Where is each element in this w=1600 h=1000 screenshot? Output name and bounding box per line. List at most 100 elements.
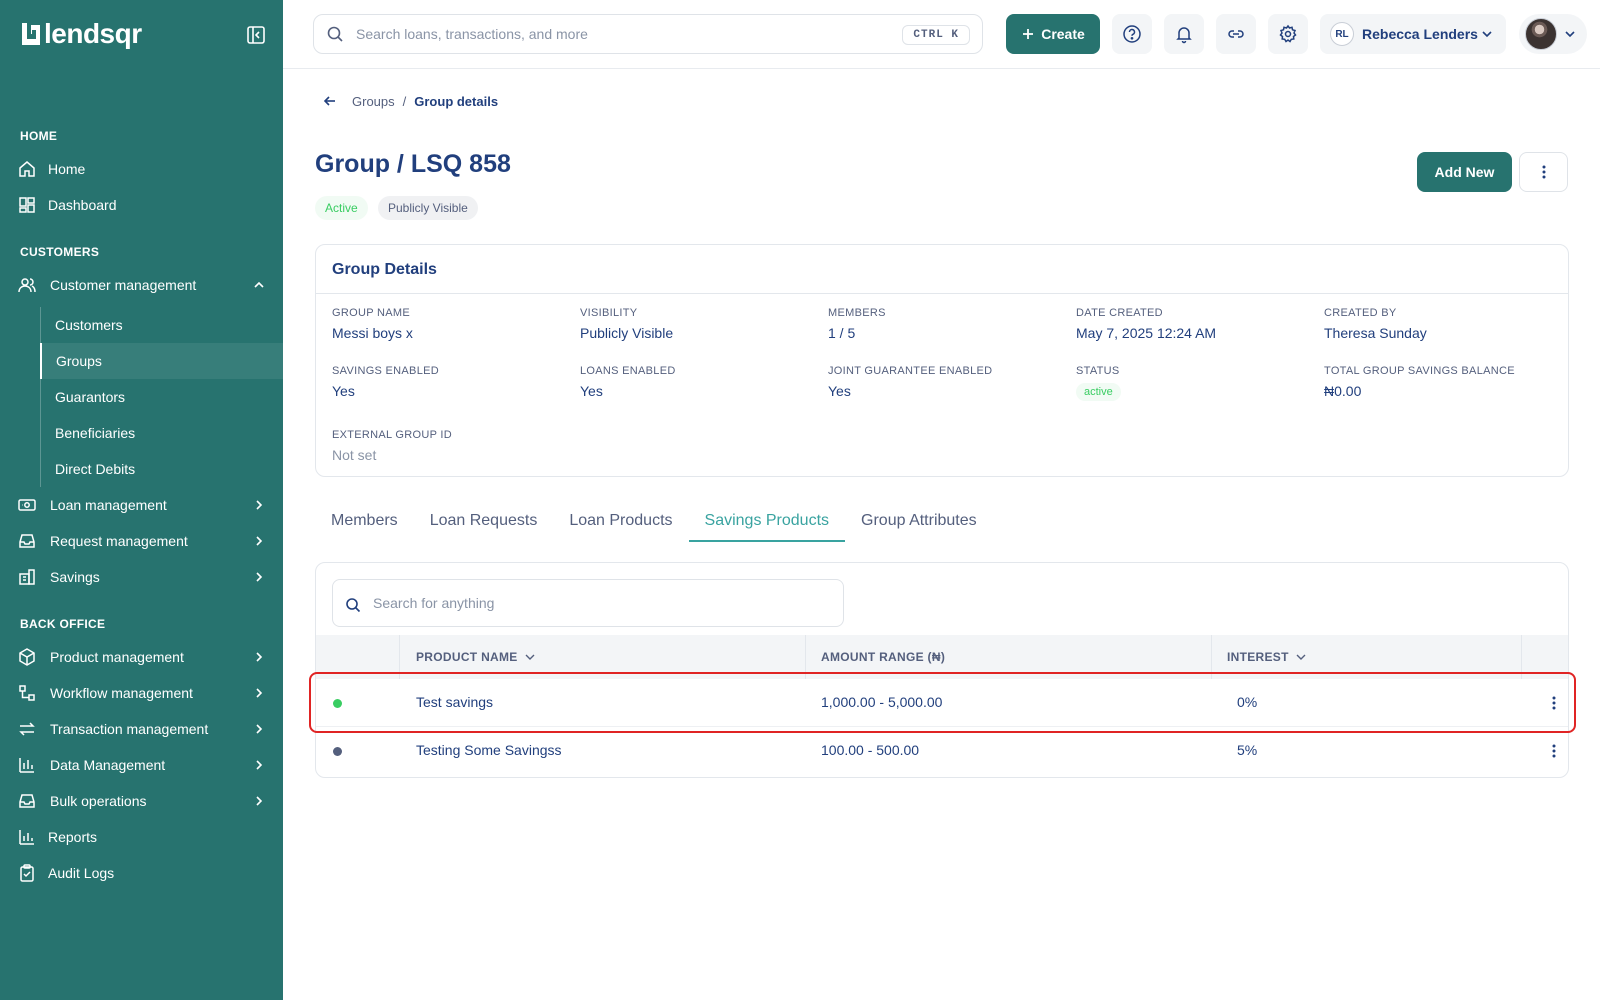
field-value: Yes bbox=[580, 383, 603, 399]
field-label: JOINT GUARANTEE ENABLED bbox=[828, 365, 993, 377]
chevron-right-icon[interactable] bbox=[252, 534, 266, 548]
global-search-input[interactable] bbox=[356, 21, 856, 47]
clipboard-check-icon bbox=[20, 864, 34, 882]
chevron-down-icon bbox=[1482, 31, 1492, 38]
lendsqr-logo-icon bbox=[22, 23, 40, 45]
tab-savings-products[interactable]: Savings Products bbox=[688, 500, 846, 542]
status-dot bbox=[333, 747, 342, 756]
sidebar-item-dashboard[interactable]: Dashboard bbox=[0, 187, 283, 223]
arrow-left-icon[interactable] bbox=[322, 93, 338, 109]
field-visibility: VISIBILITY Publicly Visible bbox=[580, 307, 673, 341]
sidebar-item-audit-logs[interactable]: Audit Logs bbox=[0, 855, 283, 891]
chevron-right-icon[interactable] bbox=[252, 570, 266, 584]
tab-loan-requests[interactable]: Loan Requests bbox=[414, 500, 554, 542]
status-badge: Active bbox=[315, 196, 368, 220]
sidebar-item-request-management[interactable]: Request management bbox=[0, 523, 283, 559]
row-actions-button[interactable] bbox=[1544, 691, 1564, 715]
sidebar-collapse-icon[interactable] bbox=[245, 24, 267, 46]
table-search-input[interactable] bbox=[373, 592, 823, 614]
chevron-right-icon[interactable] bbox=[252, 758, 266, 772]
settings-button[interactable] bbox=[1268, 14, 1308, 54]
field-group-name: GROUP NAME Messi boys x bbox=[332, 307, 413, 341]
chevron-up-icon[interactable] bbox=[252, 278, 266, 292]
avatar bbox=[1525, 18, 1557, 50]
field-value: 1 / 5 bbox=[828, 325, 856, 341]
table-row[interactable]: Test savings 1,000.00 - 5,000.00 0% bbox=[316, 679, 1568, 727]
sidebar-item-savings[interactable]: Savings bbox=[0, 559, 283, 595]
chevron-right-icon[interactable] bbox=[252, 686, 266, 700]
breadcrumb-groups-link[interactable]: Groups bbox=[352, 94, 395, 109]
tray-icon bbox=[19, 794, 35, 808]
sidebar: lendsqr HOME Home Dashboard CUSTOMERS Cu… bbox=[0, 0, 283, 1000]
plus-icon bbox=[1023, 29, 1034, 39]
tab-group-attributes[interactable]: Group Attributes bbox=[845, 500, 993, 542]
field-value: May 7, 2025 12:24 AM bbox=[1076, 325, 1217, 341]
column-divider bbox=[1211, 635, 1212, 679]
search-icon bbox=[327, 26, 343, 42]
inbox-icon bbox=[19, 534, 35, 548]
field-value: Yes bbox=[332, 383, 355, 399]
tab-members[interactable]: Members bbox=[315, 500, 414, 542]
sidebar-item-loan-management[interactable]: Loan management bbox=[0, 487, 283, 523]
link-button[interactable] bbox=[1216, 14, 1256, 54]
users-icon bbox=[18, 278, 36, 293]
sidebar-item-direct-debits[interactable]: Direct Debits bbox=[40, 451, 283, 487]
cell-amount-range: 1,000.00 - 5,000.00 bbox=[821, 694, 943, 710]
sidebar-item-data-management[interactable]: Data Management bbox=[0, 747, 283, 783]
field-label: STATUS bbox=[1076, 365, 1120, 377]
notifications-button[interactable] bbox=[1164, 14, 1204, 54]
field-label: SAVINGS ENABLED bbox=[332, 365, 439, 377]
column-header-amount-range: AMOUNT RANGE (₦) bbox=[821, 650, 945, 664]
home-icon bbox=[19, 161, 35, 177]
chevron-down-icon bbox=[1296, 654, 1306, 660]
sidebar-item-beneficiaries[interactable]: Beneficiaries bbox=[40, 415, 283, 451]
visibility-badge: Publicly Visible bbox=[378, 196, 478, 220]
sidebar-item-transaction-management[interactable]: Transaction management bbox=[0, 711, 283, 747]
status-pill: active bbox=[1076, 383, 1121, 401]
more-options-button[interactable] bbox=[1519, 152, 1568, 192]
user-initials-avatar: RL bbox=[1330, 22, 1354, 46]
column-header-product-name[interactable]: PRODUCT NAME bbox=[416, 650, 536, 664]
field-value: Publicly Visible bbox=[580, 325, 674, 341]
brand-name: lendsqr bbox=[44, 18, 142, 49]
field-label: TOTAL GROUP SAVINGS BALANCE bbox=[1324, 365, 1515, 377]
column-header-label: PRODUCT NAME bbox=[416, 650, 518, 664]
cell-interest: 0% bbox=[1237, 694, 1258, 710]
chevron-right-icon[interactable] bbox=[252, 498, 266, 512]
sidebar-item-label: Workflow management bbox=[50, 685, 193, 701]
sidebar-item-label: Product management bbox=[50, 649, 184, 665]
create-button-label: Create bbox=[1041, 26, 1085, 42]
field-label: GROUP NAME bbox=[332, 307, 410, 319]
help-button[interactable] bbox=[1112, 14, 1152, 54]
sidebar-item-customer-management[interactable]: Customer management bbox=[0, 267, 283, 303]
column-header-interest[interactable]: INTEREST bbox=[1227, 650, 1307, 664]
sidebar-item-label: Dashboard bbox=[48, 197, 117, 213]
field-joint-guarantee: JOINT GUARANTEE ENABLED Yes bbox=[828, 365, 992, 399]
row-actions-button[interactable] bbox=[1544, 739, 1564, 763]
user-menu[interactable]: RL Rebecca Lenders bbox=[1320, 14, 1506, 54]
chevron-right-icon[interactable] bbox=[252, 794, 266, 808]
create-button[interactable]: Create bbox=[1006, 14, 1100, 54]
sidebar-item-workflow-management[interactable]: Workflow management bbox=[0, 675, 283, 711]
sidebar-item-customers[interactable]: Customers bbox=[40, 307, 283, 343]
table-row[interactable]: Testing Some Savingss 100.00 - 500.00 5% bbox=[316, 727, 1568, 775]
chevron-right-icon[interactable] bbox=[252, 722, 266, 736]
chevron-right-icon[interactable] bbox=[252, 650, 266, 664]
profile-menu[interactable] bbox=[1519, 14, 1587, 54]
sidebar-item-reports[interactable]: Reports bbox=[0, 819, 283, 855]
field-value: Theresa Sunday bbox=[1324, 325, 1427, 341]
add-new-button[interactable]: Add New bbox=[1417, 152, 1512, 192]
column-header-label: INTEREST bbox=[1227, 650, 1289, 664]
field-label: CREATED BY bbox=[1324, 307, 1397, 319]
sidebar-item-home[interactable]: Home bbox=[0, 151, 283, 187]
sidebar-item-label: Audit Logs bbox=[48, 865, 115, 881]
sidebar-item-product-management[interactable]: Product management bbox=[0, 639, 283, 675]
tab-loan-products[interactable]: Loan Products bbox=[553, 500, 688, 542]
section-title-back-office: BACK OFFICE bbox=[20, 617, 106, 631]
dashboard-icon bbox=[19, 197, 35, 213]
sidebar-item-groups[interactable]: Groups bbox=[40, 343, 283, 379]
sidebar-item-bulk-operations[interactable]: Bulk operations bbox=[0, 783, 283, 819]
link-icon bbox=[1228, 30, 1244, 38]
sidebar-item-guarantors[interactable]: Guarantors bbox=[40, 379, 283, 415]
brand-logo[interactable]: lendsqr bbox=[20, 18, 142, 50]
